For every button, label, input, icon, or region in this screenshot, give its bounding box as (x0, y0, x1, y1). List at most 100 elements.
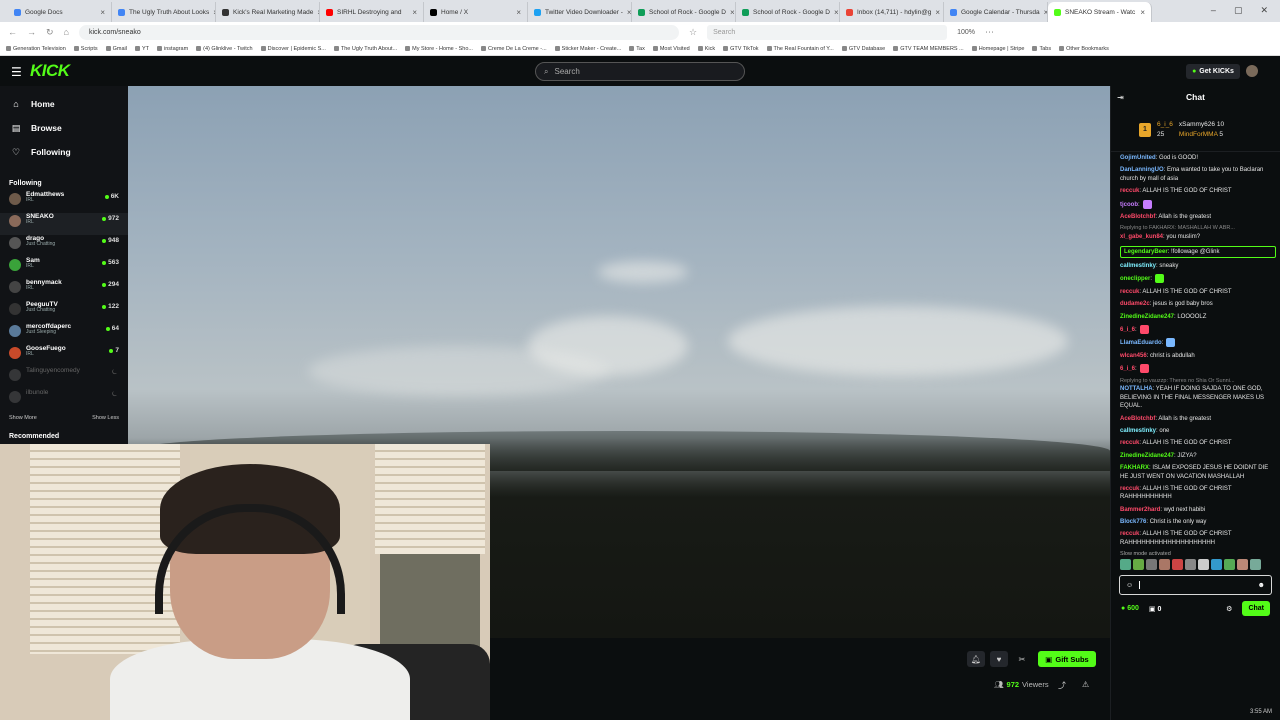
share-icon[interactable]: ⤴ (1058, 680, 1066, 691)
zoom-level[interactable]: 100% (957, 29, 975, 36)
bookmark-item[interactable]: Creme De La Creme -... (480, 46, 547, 52)
tab-close-icon[interactable]: × (834, 8, 839, 17)
bookmark-item[interactable]: GTV Database (841, 46, 885, 52)
browser-tab[interactable]: Google Calendar - Thursda × (944, 2, 1048, 22)
gift-subs-button[interactable]: ▣ Gift Subs (1038, 651, 1096, 667)
chat-username[interactable]: DanLanningUO (1120, 167, 1164, 173)
browser-tab[interactable]: Kick's Real Marketing Made× (216, 2, 320, 22)
emote[interactable] (1172, 559, 1183, 571)
forward-icon[interactable]: → (27, 27, 36, 37)
sidebar-nav-following[interactable]: ♡ Following (11, 140, 117, 164)
reload-icon[interactable]: ↻ (46, 27, 54, 38)
bookmark-item[interactable]: Tabs (1032, 46, 1051, 52)
tab-close-icon[interactable]: × (730, 8, 735, 17)
show-less-link[interactable]: Show Less (92, 415, 119, 421)
chat-username[interactable]: ZinedineZidane247 (1120, 453, 1174, 459)
sidebar-nav-home[interactable]: ⌂ Home (11, 92, 117, 116)
chat-username[interactable]: tjcoob (1120, 202, 1138, 208)
kicks-balance[interactable]: ● 600 (1121, 605, 1139, 612)
chat-username[interactable]: callmestinky (1120, 428, 1156, 434)
browser-tab[interactable]: Twitter Video Downloader - × (528, 2, 632, 22)
tab-close-icon[interactable]: × (935, 8, 940, 17)
following-channel-item[interactable]: Talinguyencomedy ⏾ (0, 367, 128, 389)
bookmark-item[interactable]: Discover | Epidemic S... (260, 46, 326, 52)
bookmark-item[interactable]: instagram (157, 46, 188, 52)
following-channel-item[interactable]: ilbunole ⏾ (0, 389, 128, 411)
sidebar-nav-browse[interactable]: ▤ Browse (11, 116, 117, 140)
emote[interactable] (1198, 559, 1209, 571)
chat-username[interactable]: callmestinky (1120, 263, 1156, 269)
browser-tab[interactable]: Home / X × (424, 2, 528, 22)
emote[interactable] (1185, 559, 1196, 571)
show-more-link[interactable]: Show More (9, 415, 37, 421)
chat-username[interactable]: 6_i_6 (1120, 366, 1135, 372)
chat-username[interactable]: Block776 (1120, 519, 1146, 525)
chat-username[interactable]: AceBlotchbf (1120, 416, 1155, 422)
emote[interactable] (1120, 559, 1131, 571)
bookmark-item[interactable]: Generation Television (6, 46, 66, 52)
bookmark-item[interactable]: Most Visited (652, 46, 690, 52)
maximize-icon[interactable]: ▢ (1234, 5, 1243, 16)
emote[interactable] (1224, 559, 1235, 571)
chat-username[interactable]: 6_i_6 (1120, 327, 1135, 333)
browser-search-field[interactable]: Search (707, 24, 948, 40)
chat-username[interactable]: reccuk (1120, 531, 1139, 537)
browser-tab[interactable]: Google Docs × (8, 2, 112, 22)
following-channel-item[interactable]: SNEAKO IRL 972 (0, 213, 128, 235)
following-channel-item[interactable]: PeeguuTV Just Chatting 122 (0, 301, 128, 323)
browser-tab[interactable]: SIRHL Destroying and × (320, 2, 424, 22)
bookmark-star-icon[interactable]: ☆ (689, 27, 697, 38)
emote[interactable] (1211, 559, 1222, 571)
browser-tab[interactable]: The Ugly Truth About Looks× (112, 2, 216, 22)
following-channel-item[interactable]: mercoffdaperc Just Sleeping 64 (0, 323, 128, 345)
back-icon[interactable]: ← (8, 27, 17, 37)
browser-tab[interactable]: SNEAKO Stream - Watc × (1048, 2, 1152, 22)
chat-username[interactable]: GojimUnited (1120, 155, 1156, 161)
emote[interactable] (1146, 559, 1157, 571)
gifts-balance[interactable]: ▣ 0 (1149, 605, 1161, 613)
extensions-icon[interactable]: ⋯ (985, 27, 994, 38)
chat-username[interactable]: oneclipper (1120, 276, 1150, 282)
bookmark-item[interactable]: Homepage | Stripe (971, 46, 1024, 52)
bookmark-item[interactable]: (4) Glinklive - Twitch (196, 46, 253, 52)
kick-logo[interactable]: KICK (30, 61, 70, 81)
bookmark-item[interactable]: My Store - Home - Sho... (405, 46, 473, 52)
bookmark-item[interactable]: Gmail (105, 46, 127, 52)
bookmark-item[interactable]: YT (134, 46, 149, 52)
bookmark-item[interactable]: The Ugly Truth About... (333, 46, 397, 52)
report-icon[interactable]: ⚠ (1082, 680, 1089, 689)
chat-username[interactable]: FAKHARX (1120, 465, 1149, 471)
chat-settings-icon[interactable]: ⚙ (1226, 605, 1232, 613)
chat-username[interactable]: LlamaEduardo (1120, 340, 1162, 346)
emote[interactable] (1159, 559, 1170, 571)
chat-username[interactable]: NOTTALHA (1120, 386, 1153, 392)
following-channel-item[interactable]: GooseFuego IRL 7 (0, 345, 128, 367)
chat-username[interactable]: Bammer2hard (1120, 507, 1160, 513)
chat-username[interactable]: AceBlotchbf (1120, 214, 1155, 220)
chat-username[interactable]: wlcan456 (1120, 353, 1147, 359)
chat-username[interactable]: dudame2c (1120, 301, 1150, 307)
chat-username[interactable]: xl_gabe_kun84 (1120, 234, 1163, 240)
bookmark-item[interactable]: Sticker Maker - Create... (554, 46, 621, 52)
collapse-chat-icon[interactable]: ⇥ (1117, 93, 1124, 102)
chat-username[interactable]: reccuk (1120, 440, 1139, 446)
chat-username[interactable]: reccuk (1120, 188, 1139, 194)
url-field[interactable]: kick.com/sneako (78, 24, 679, 40)
bookmark-item[interactable]: Tax (629, 46, 645, 52)
minimize-icon[interactable]: – (1211, 5, 1216, 16)
browser-tab[interactable]: School of Rock - Google D × (632, 2, 736, 22)
bookmark-item[interactable]: GTV TikTok (723, 46, 759, 52)
emote[interactable] (1250, 559, 1261, 571)
home-icon[interactable]: ⌂ (64, 27, 69, 37)
browser-tab[interactable]: School of Rock - Google D × (736, 2, 840, 22)
tab-close-icon[interactable]: × (516, 8, 521, 17)
chat-username[interactable]: LegendaryBeer (1124, 249, 1168, 255)
following-channel-item[interactable]: Edmatthews IRL 6K (0, 191, 128, 213)
emote[interactable] (1237, 559, 1248, 571)
menu-icon[interactable]: ☰ (11, 65, 22, 79)
following-channel-item[interactable]: drago Just Chatting 948 (0, 235, 128, 257)
following-channel-item[interactable]: bennymack IRL 294 (0, 279, 128, 301)
bookmark-item[interactable]: Other Bookmarks (1059, 46, 1109, 52)
following-channel-item[interactable]: Sam IRL 563 (0, 257, 128, 279)
chat-username[interactable]: reccuk (1120, 289, 1139, 295)
